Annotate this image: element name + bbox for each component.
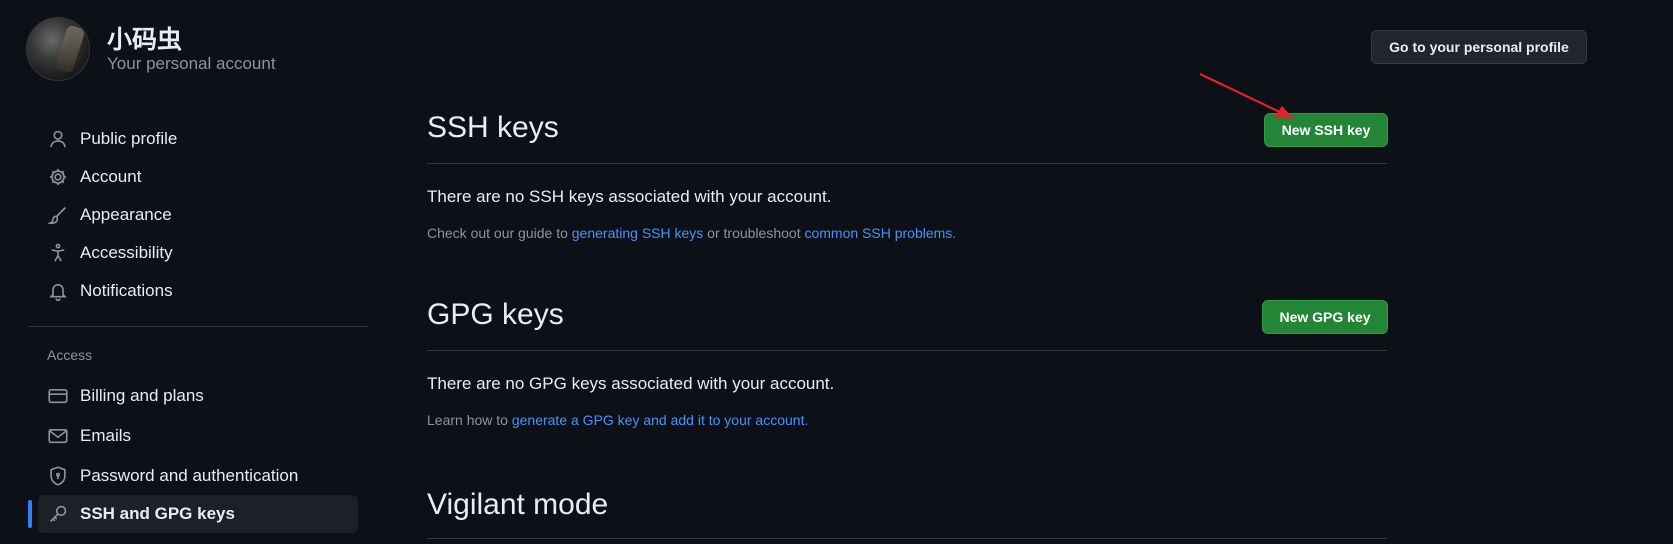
gpg-empty-message: There are no GPG keys associated with yo…: [427, 374, 835, 393]
account-type-label: Your personal account: [107, 54, 276, 73]
sidebar-item-appearance[interactable]: Appearance: [38, 196, 358, 234]
ssh-help-middle: or troubleshoot: [703, 225, 805, 241]
sidebar-item-notifications[interactable]: Notifications: [38, 272, 358, 310]
bell-icon: [47, 280, 69, 302]
common-ssh-problems-link[interactable]: common SSH problems: [804, 225, 952, 241]
person-icon: [47, 128, 69, 150]
sidebar-item-billing[interactable]: Billing and plans: [38, 377, 358, 415]
ssh-section-divider: [427, 163, 1387, 164]
generate-gpg-key-link[interactable]: generate a GPG key and add it to your ac…: [512, 412, 805, 428]
ssh-help-prefix: Check out our guide to: [427, 225, 572, 241]
gpg-help-prefix: Learn how to: [427, 412, 512, 428]
shield-icon: [47, 465, 69, 487]
annotation-arrow: [1199, 73, 1294, 119]
sidebar-item-emails[interactable]: Emails: [38, 417, 358, 455]
gpg-section-divider: [427, 350, 1387, 351]
gpg-help-suffix: .: [804, 412, 809, 428]
ssh-keys-heading: SSH keys: [427, 111, 559, 144]
paintbrush-icon: [47, 204, 69, 226]
avatar[interactable]: [26, 17, 90, 81]
key-icon: [47, 503, 69, 525]
sidebar-item-account[interactable]: Account: [38, 158, 358, 196]
sidebar-item-label: SSH and GPG keys: [80, 504, 235, 523]
gear-icon: [47, 166, 69, 188]
vigilant-section-divider: [427, 538, 1387, 539]
sidebar-item-label: Password and authentication: [80, 466, 299, 485]
active-item-indicator: [28, 500, 32, 528]
new-gpg-key-button[interactable]: New GPG key: [1262, 300, 1388, 334]
sidebar-item-ssh-gpg-keys[interactable]: SSH and GPG keys: [38, 495, 358, 533]
ssh-help-text: Check out our guide to generating SSH ke…: [427, 225, 956, 241]
sidebar-item-label: Emails: [80, 426, 132, 445]
ssh-empty-message: There are no SSH keys associated with yo…: [427, 187, 832, 206]
sidebar-item-label: Account: [80, 167, 142, 186]
sidebar-item-password-auth[interactable]: Password and authentication: [38, 457, 358, 495]
user-name: 小码虫: [107, 25, 183, 54]
sidebar-item-label: Accessibility: [80, 243, 173, 262]
gpg-keys-heading: GPG keys: [427, 298, 564, 331]
mail-icon: [47, 425, 69, 447]
ssh-help-suffix: .: [952, 225, 957, 241]
gpg-help-text: Learn how to generate a GPG key and add …: [427, 412, 808, 428]
go-to-profile-button[interactable]: Go to your personal profile: [1371, 30, 1587, 64]
sidebar-item-label: Appearance: [80, 205, 172, 224]
settings-page: 小码虫 Your personal account Go to your per…: [0, 0, 1673, 544]
accessibility-icon: [47, 242, 69, 264]
sidebar-divider: [28, 326, 368, 327]
generating-ssh-keys-link[interactable]: generating SSH keys: [572, 225, 704, 241]
sidebar-item-accessibility[interactable]: Accessibility: [38, 234, 358, 272]
credit-card-icon: [47, 385, 69, 407]
vigilant-mode-heading: Vigilant mode: [427, 488, 609, 521]
sidebar-item-label: Billing and plans: [80, 386, 204, 405]
sidebar-item-label: Public profile: [80, 129, 178, 148]
sidebar-item-public-profile[interactable]: Public profile: [38, 120, 358, 158]
sidebar-item-label: Notifications: [80, 281, 173, 300]
sidebar-group-title-access: Access: [47, 347, 93, 363]
